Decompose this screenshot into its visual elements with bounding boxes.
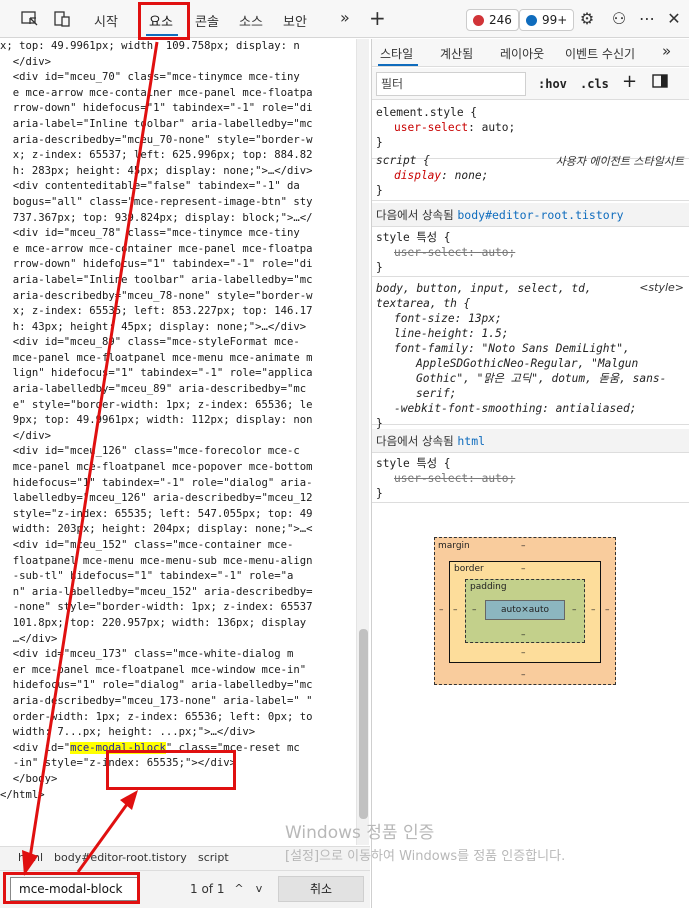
annotation-arrowhead-down	[22, 850, 38, 876]
annotation-arrowhead-up	[120, 790, 138, 810]
annotation-arrows	[22, 41, 159, 876]
annotation-arrow-tab-to-search	[28, 41, 159, 859]
annotation-arrow-search-to-highlight	[76, 799, 132, 873]
